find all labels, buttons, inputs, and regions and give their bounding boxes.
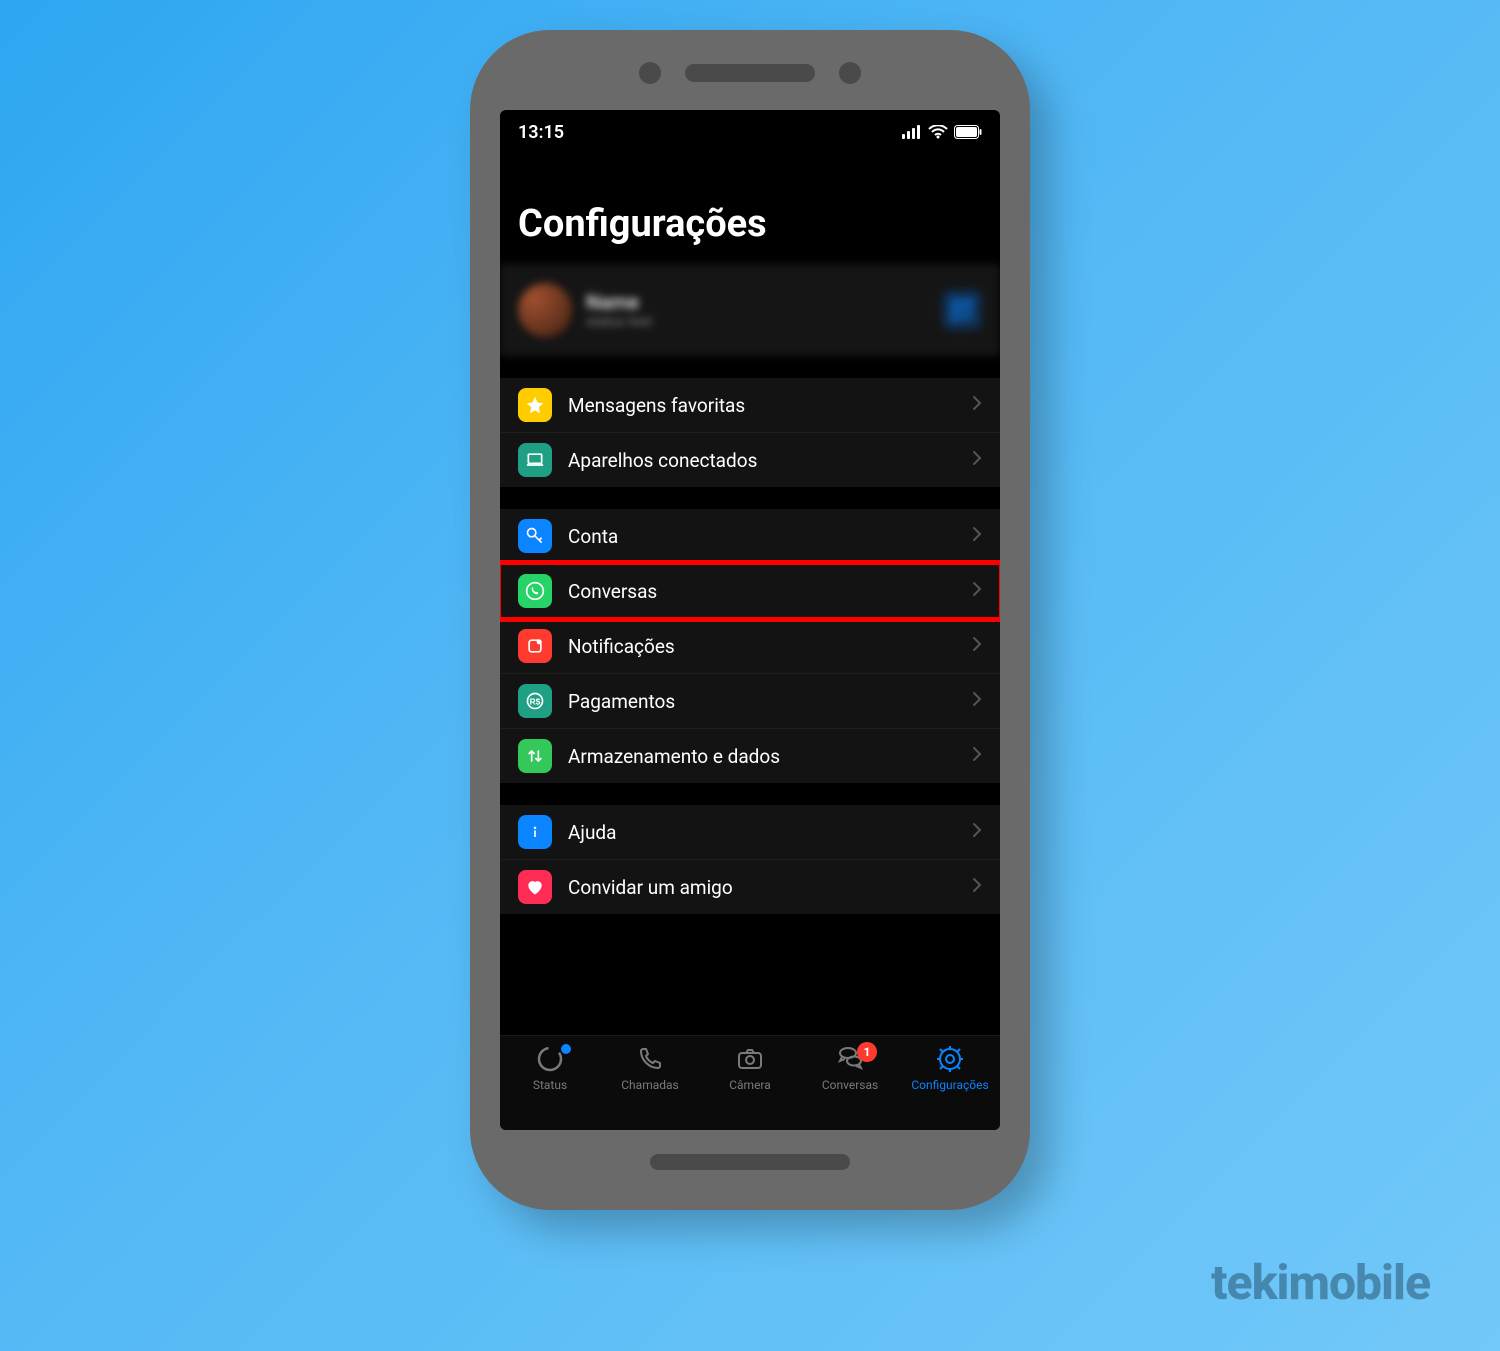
tab-label: Status [533,1078,567,1092]
settings-row-payments[interactable]: R$ Pagamentos [500,673,1000,728]
svg-text:R$: R$ [530,696,541,706]
cellular-icon [902,125,922,139]
settings-row-help[interactable]: Ajuda [500,805,1000,859]
gear-icon [935,1044,965,1074]
tab-label: Conversas [822,1078,878,1092]
row-label: Pagamentos [568,690,675,713]
row-label: Mensagens favoritas [568,394,745,417]
tab-label: Câmera [729,1078,771,1092]
profile-row[interactable]: Name status text [500,264,1000,356]
sensor-dot [839,62,861,84]
info-icon [518,815,552,849]
row-label: Armazenamento e dados [568,745,780,768]
settings-row-linked[interactable]: Aparelhos conectados [500,432,1000,487]
speaker-slot [685,64,815,82]
avatar [518,283,572,337]
settings-section: Mensagens favoritas Aparelhos conectados [500,378,1000,487]
page-title: Configurações [500,154,1000,264]
settings-row-account[interactable]: Conta [500,509,1000,563]
chevron-right-icon [972,822,982,842]
settings-row-starred[interactable]: Mensagens favoritas [500,378,1000,432]
tab-camera[interactable]: Câmera [705,1044,795,1092]
badge-count: 1 [857,1042,877,1062]
status-time: 13:15 [518,122,564,143]
phone-icon [635,1044,665,1074]
chevron-right-icon [972,581,982,601]
profile-name: Name [586,290,652,314]
updown-icon [518,739,552,773]
home-bar [650,1154,850,1170]
row-label: Conversas [568,580,657,603]
status-bar: 13:15 [500,110,1000,154]
settings-row-chats[interactable]: Conversas [500,563,1000,618]
profile-status: status text [586,314,652,330]
star-icon [518,388,552,422]
badge-dot [561,1044,571,1054]
chevron-right-icon [972,450,982,470]
settings-row-invite[interactable]: Convidar um amigo [500,859,1000,914]
row-label: Ajuda [568,821,616,844]
row-label: Conta [568,525,618,548]
qr-code-icon[interactable] [942,290,982,330]
whatsapp-icon [518,574,552,608]
wifi-icon [928,125,948,139]
settings-row-notif[interactable]: Notificações [500,618,1000,673]
tab-label: Configurações [911,1078,988,1092]
tab-chats[interactable]: 1 Conversas [805,1044,895,1092]
row-label: Convidar um amigo [568,876,733,899]
tab-calls[interactable]: Chamadas [605,1044,695,1092]
profile-text: Name status text [586,290,652,330]
battery-icon [954,125,982,139]
money-icon: R$ [518,684,552,718]
chevron-right-icon [972,636,982,656]
row-label: Notificações [568,635,675,658]
front-camera-dot [639,62,661,84]
laptop-icon [518,443,552,477]
settings-section: Conta Conversas Notificações R$ Pagamentos Ar… [500,509,1000,783]
key-icon [518,519,552,553]
tab-bar: Status Chamadas Câmera 1 Conversas Configuraç… [500,1035,1000,1130]
tab-settings[interactable]: Configurações [905,1044,995,1092]
settings-row-storage[interactable]: Armazenamento e dados [500,728,1000,783]
chevron-right-icon [972,746,982,766]
camera-icon [735,1044,765,1074]
tab-label: Chamadas [621,1078,679,1092]
chevron-right-icon [972,526,982,546]
phone-frame: 13:15 Configurações Name status text [470,30,1030,1210]
tab-status[interactable]: Status [505,1044,595,1092]
chevron-right-icon [972,691,982,711]
watermark-text: tekimobile [1211,1254,1430,1311]
chevron-right-icon [972,395,982,415]
bell-icon [518,629,552,663]
screen: 13:15 Configurações Name status text [500,110,1000,1130]
settings-section: Ajuda Convidar um amigo [500,805,1000,914]
status-indicators [902,125,982,139]
heart-icon [518,870,552,904]
row-label: Aparelhos conectados [568,449,757,472]
chevron-right-icon [972,877,982,897]
